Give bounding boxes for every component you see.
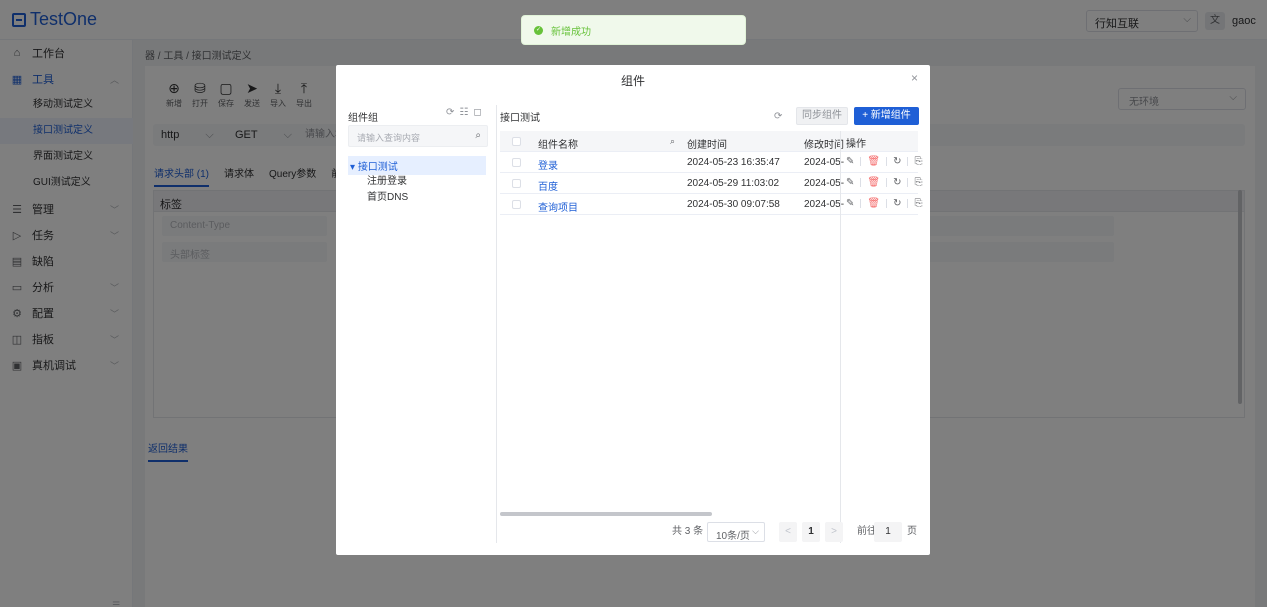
separator [907, 157, 909, 166]
table-row: 登录 2024-05-23 16:35:47 2024-05-23 ✎ 🗑 ↻ … [500, 152, 922, 173]
caret-down-icon: ▾ [350, 162, 356, 173]
edit-icon[interactable]: ✎ [846, 156, 854, 167]
group-actions: ⟳ ☷ ◻ [446, 107, 482, 118]
refresh-icon[interactable]: ↻ [893, 156, 901, 167]
horizontal-scrollbar[interactable] [500, 512, 712, 516]
search-icon[interactable]: ⌕ [670, 136, 675, 147]
group-search-input[interactable]: 请输入查询内容 ⌕ [348, 125, 488, 147]
modified-time: 2024-05-29 [804, 178, 844, 189]
separator [886, 178, 888, 187]
page-number-button[interactable]: 1 [802, 522, 820, 542]
table-row: 百度 2024-05-29 11:03:02 2024-05-29 ✎ 🗑 ↻ … [500, 173, 922, 194]
tree-node-register-login[interactable]: 注册登录 [367, 172, 407, 187]
panel-divider [496, 105, 497, 543]
column-modified: 修改时间 [804, 140, 844, 151]
separator [907, 178, 909, 187]
group-panel-title: 组件组 [348, 113, 378, 124]
separator [860, 157, 862, 166]
page-size-select[interactable]: 10条/页 ⌵ [707, 522, 765, 542]
chevron-down-icon: ⌵ [752, 526, 759, 536]
collapse-all-icon[interactable]: ☷ [459, 107, 468, 118]
created-time: 2024-05-29 11:03:02 [687, 178, 780, 189]
goto-page-input[interactable]: 1 [874, 522, 902, 542]
modified-time: 2024-05-23 [804, 157, 844, 168]
component-name-link[interactable]: 百度 [538, 178, 558, 193]
refresh-icon[interactable]: ↻ [893, 177, 901, 188]
row-actions: ✎ 🗑 ↻ ⎘ [846, 198, 922, 209]
copy-icon[interactable]: ⎘ [914, 177, 922, 188]
modified-time: 2024-05-30 [804, 199, 844, 210]
close-icon[interactable]: × [911, 71, 918, 85]
component-name-link[interactable]: 查询项目 [538, 199, 578, 214]
refresh-icon[interactable]: ⟳ [774, 111, 782, 122]
list-title: 接口测试 [500, 113, 540, 124]
add-component-button[interactable]: + 新增组件 [854, 107, 919, 125]
pagination-total: 共 3 条 [672, 526, 704, 537]
edit-icon[interactable]: ✎ [846, 198, 854, 209]
next-page-button[interactable]: > [825, 522, 843, 542]
copy-icon[interactable]: ⎘ [914, 198, 922, 209]
success-toast: ✓ 新增成功 [521, 15, 746, 45]
created-time: 2024-05-30 09:07:58 [687, 199, 780, 210]
row-checkbox[interactable] [512, 200, 521, 209]
dialog-title: 组件 [620, 74, 645, 88]
delete-icon[interactable]: 🗑 [867, 177, 880, 188]
toast-message: 新增成功 [551, 26, 591, 38]
component-name-link[interactable]: 登录 [538, 157, 558, 172]
delete-icon[interactable]: 🗑 [867, 198, 880, 209]
page-size-value: 10条/页 [716, 531, 750, 542]
table-row: 查询项目 2024-05-30 09:07:58 2024-05-30 ✎ 🗑 … [500, 194, 922, 215]
row-checkbox[interactable] [512, 158, 521, 167]
row-checkbox[interactable] [512, 179, 521, 188]
table-header: 组件名称 ⌕ 创建时间 修改时间 操作 [500, 131, 918, 152]
delete-icon[interactable]: 🗑 [867, 156, 880, 167]
check-circle-icon: ✓ [534, 25, 543, 35]
separator [860, 199, 862, 208]
add-group-icon[interactable]: ◻ [473, 107, 481, 118]
fixed-column-divider [840, 131, 841, 543]
edit-icon[interactable]: ✎ [846, 177, 854, 188]
refresh-icon[interactable]: ⟳ [446, 107, 454, 118]
select-all-checkbox[interactable] [512, 137, 521, 146]
row-actions: ✎ 🗑 ↻ ⎘ [846, 156, 922, 167]
search-placeholder: 请输入查询内容 [357, 133, 421, 143]
column-name: 组件名称 [538, 140, 578, 151]
separator [907, 199, 909, 208]
page-unit-label: 页 [907, 526, 917, 537]
prev-page-button[interactable]: < [779, 522, 797, 542]
separator [886, 199, 888, 208]
separator [886, 157, 888, 166]
copy-icon[interactable]: ⎘ [914, 156, 922, 167]
component-dialog: 组件 × 组件组 ⟳ ☷ ◻ 请输入查询内容 ⌕ ▾ 接口测试 注册登录 首页D… [336, 65, 930, 555]
row-actions: ✎ 🗑 ↻ ⎘ [846, 177, 922, 188]
created-time: 2024-05-23 16:35:47 [687, 157, 780, 168]
column-created: 创建时间 [687, 140, 727, 151]
tree-node-home-dns[interactable]: 首页DNS [367, 188, 408, 203]
sync-component-button[interactable]: 同步组件 [796, 107, 848, 125]
refresh-icon[interactable]: ↻ [893, 198, 901, 209]
separator [860, 178, 862, 187]
search-icon[interactable]: ⌕ [475, 130, 481, 141]
column-ops: 操作 [846, 139, 866, 150]
